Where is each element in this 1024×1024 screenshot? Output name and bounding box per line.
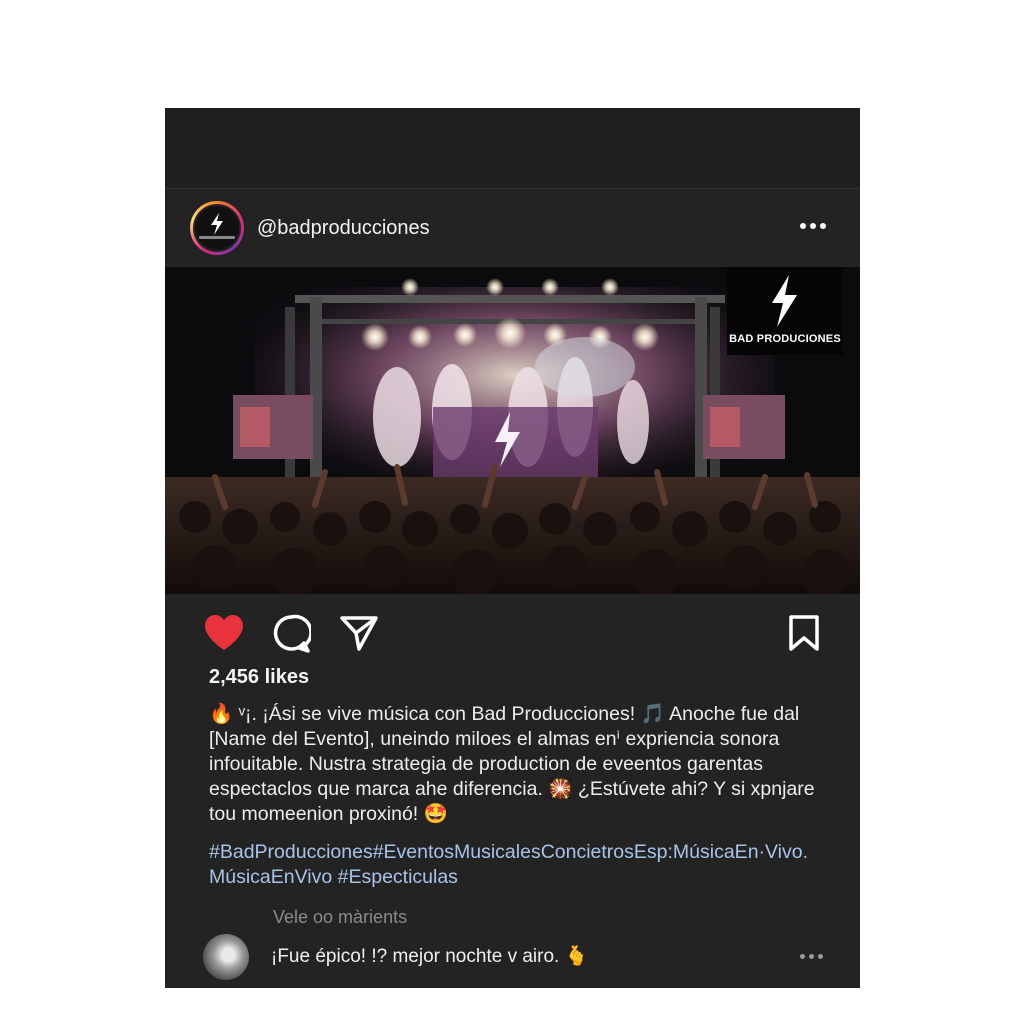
profile-avatar[interactable] [190,201,244,255]
caption-line: tou momeenion proxinó! 🤩 [209,803,448,825]
view-comments-link[interactable]: Vele oo màrients [273,907,407,928]
caption-line: 🔥 ᵛ¡. ¡Ási se vive música con Bad Produc… [209,703,800,725]
bookmark-icon[interactable] [787,614,821,652]
hashtag-line[interactable]: #BadProducciones#EventosMusicalesConciet… [209,840,839,865]
brand-logo-text: BAD PRODUCIONES [729,333,841,345]
hashtag-line[interactable]: MúsicaEnVivo #Especticulas [209,865,839,890]
commenter-avatar[interactable] [203,934,249,980]
comment-icon[interactable] [271,614,311,654]
comment-text: ¡Fue épico! !? mejor nochte v airo. 🫰 [271,946,589,967]
instagram-post: @badproducciones BAD PRODUCIONES 2,456 l… [165,108,860,988]
lightning-bolt-icon [211,213,223,235]
hashtags[interactable]: #BadProducciones#EventosMusicalesConciet… [209,840,839,890]
caption-line: espectaclos que marca ahe diferencia. 🎇 … [209,778,815,800]
avatar-tiny-text [199,236,235,239]
more-options-icon[interactable] [800,221,828,231]
share-icon[interactable] [339,614,379,652]
top-bar [165,108,860,189]
avatar-image [193,204,241,252]
lightning-bolt-icon [772,275,797,327]
caption-line: [Name del Evento], uneindo miloes el alm… [209,728,780,750]
comment-more-icon[interactable] [800,953,826,961]
brand-logo: BAD PRODUCIONES [727,267,843,355]
like-count[interactable]: 2,456 likes [209,666,309,689]
post-header: @badproducciones [165,189,860,267]
heart-icon[interactable] [203,614,245,652]
post-caption: 🔥 ᵛ¡. ¡Ási se vive música con Bad Produc… [209,702,839,827]
action-bar [165,594,860,670]
post-image[interactable]: BAD PRODUCIONES [165,267,860,594]
caption-line: infouitable. Nustra strategia de product… [209,753,763,775]
username[interactable]: @badproducciones [257,217,430,240]
